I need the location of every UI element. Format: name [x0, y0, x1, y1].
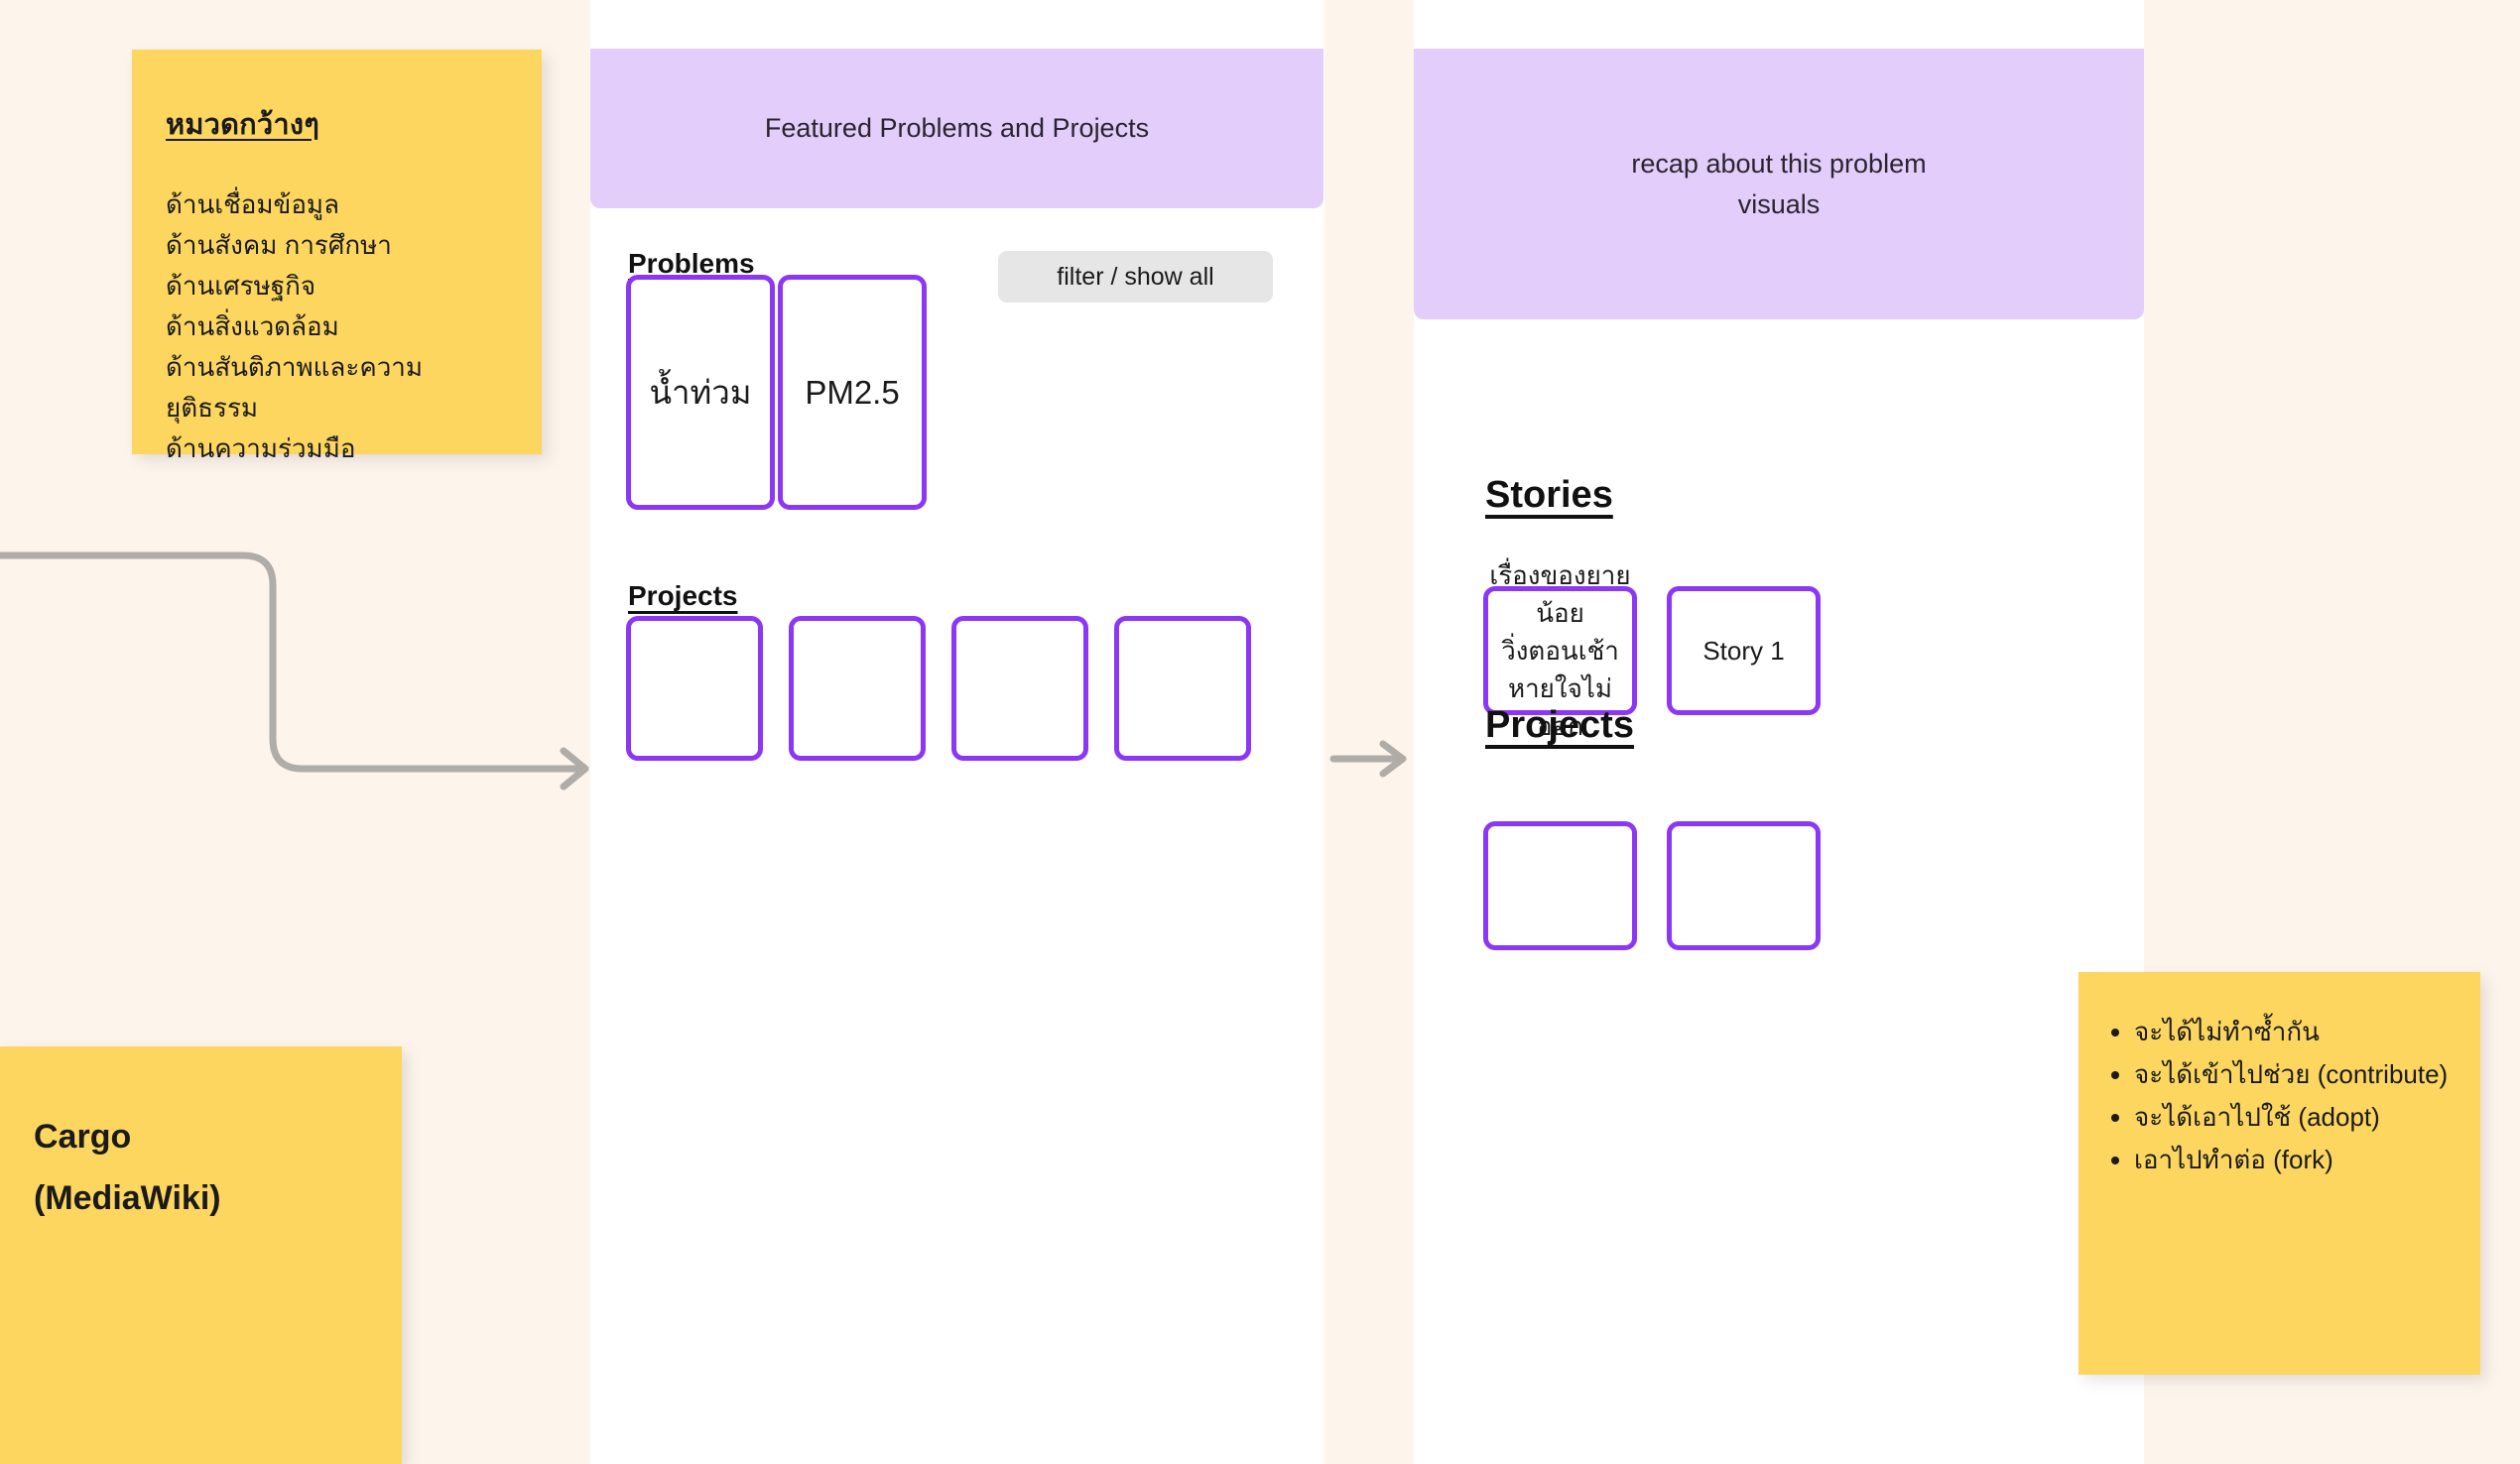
detail-column-header: recap about this problem visuals [1414, 49, 2144, 319]
benefits-list: จะได้ไม่ทำซ้ำกัน จะได้เข้าไปช่วย (contri… [2079, 1012, 2480, 1180]
story-card-line1: เรื่องของยายน้อย [1489, 560, 1631, 628]
benefits-sticky-note: จะได้ไม่ทำซ้ำกัน จะได้เข้าไปช่วย (contri… [2079, 972, 2480, 1375]
story-card-label: Story 1 [1702, 636, 1785, 666]
whiteboard-canvas: Featured Problems and Projects Problems … [0, 0, 2520, 1464]
flow-arrow-to-detail [1329, 740, 1407, 778]
featured-column-header: Featured Problems and Projects [590, 49, 1323, 208]
category-item: ด้านสิ่งแวดล้อม [166, 311, 339, 341]
cargo-line-1: Cargo [34, 1118, 132, 1156]
categories-list: ด้านเชื่อมข้อมูล ด้านสังคม การศึกษา ด้าน… [166, 184, 508, 469]
stories-heading: Stories [1485, 474, 1613, 516]
benefit-item: จะได้เอาไปใช้ (adopt) [2134, 1097, 2455, 1138]
featured-column-header-text: Featured Problems and Projects [764, 113, 1150, 143]
problem-card-label: PM2.5 [805, 373, 900, 411]
category-item: ด้านความร่วมมือ [166, 433, 356, 463]
story-card-story-1[interactable]: Story 1 [1667, 586, 1821, 715]
project-card[interactable] [1114, 616, 1251, 761]
categories-title: หมวดกว้างๆ [166, 109, 320, 141]
problem-card-pm25[interactable]: PM2.5 [778, 275, 927, 510]
category-item: ด้านสันติภาพและความยุติธรรม [166, 352, 424, 423]
projects-heading: Projects [628, 580, 738, 611]
detail-projects-heading: Projects [1485, 704, 1634, 746]
category-item: ด้านสังคม การศึกษา [166, 230, 392, 260]
cargo-line-2: (MediaWiki) [34, 1179, 221, 1217]
detail-header-line1: recap about this problem [1631, 148, 1927, 179]
project-card[interactable] [951, 616, 1088, 761]
detail-project-card[interactable] [1667, 821, 1821, 950]
problem-card-flood[interactable]: น้ำท่วม [626, 275, 775, 510]
categories-sticky-note: หมวดกว้างๆ ด้านเชื่อมข้อมูล ด้านสังคม กา… [132, 50, 542, 463]
problem-card-label: น้ำท่วม [649, 373, 752, 411]
flow-arrow-to-featured [0, 551, 589, 791]
project-card[interactable] [626, 616, 763, 761]
cargo-sticky-note: Cargo (MediaWiki) [0, 1046, 402, 1464]
category-item: ด้านเชื่อมข้อมูล [166, 189, 340, 219]
benefit-item: จะได้ไม่ทำซ้ำกัน [2134, 1012, 2455, 1052]
benefit-item: เอาไปทำต่อ (fork) [2134, 1140, 2455, 1180]
filter-show-all-button[interactable]: filter / show all [998, 251, 1273, 303]
featured-column: Featured Problems and Projects Problems … [590, 0, 1324, 1464]
detail-column: recap about this problem visuals Stories… [1414, 0, 2144, 1464]
story-card-yai-noi[interactable]: เรื่องของยายน้อย วิ่งตอนเช้า หายใจไม่ออก [1483, 560, 1637, 741]
detail-header-line2: visuals [1737, 188, 1821, 219]
project-card[interactable] [789, 616, 926, 761]
category-item: ด้านเศรษฐกิจ [166, 271, 316, 301]
story-card-line2: วิ่งตอนเช้า [1501, 636, 1619, 666]
detail-project-card[interactable] [1483, 821, 1637, 950]
benefit-item: จะได้เข้าไปช่วย (contribute) [2134, 1054, 2455, 1095]
